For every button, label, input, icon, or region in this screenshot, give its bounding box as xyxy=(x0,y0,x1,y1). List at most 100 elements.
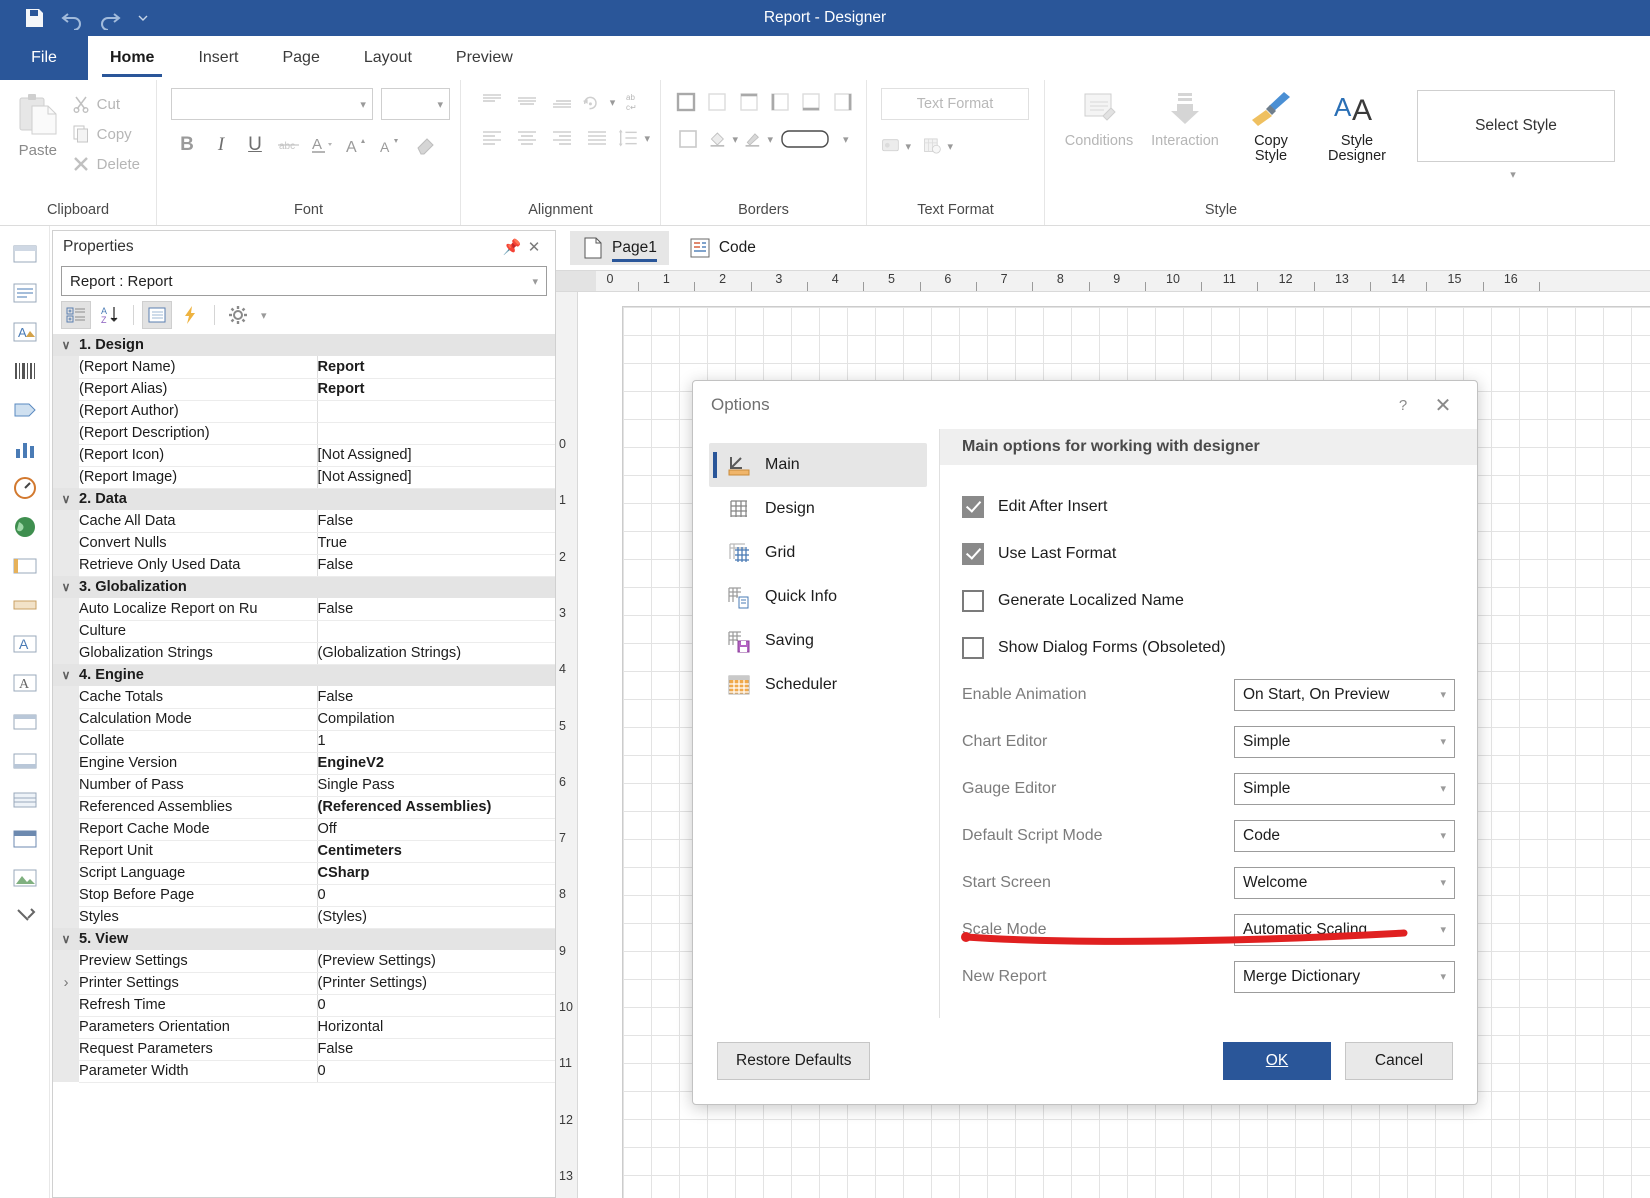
align-top-button[interactable] xyxy=(477,88,508,116)
property-value[interactable]: True xyxy=(317,532,555,555)
select-style-button[interactable]: Select Style xyxy=(1417,90,1615,162)
tool-image-icon[interactable]: A xyxy=(11,318,39,346)
border-all-button[interactable] xyxy=(673,88,699,116)
property-row[interactable]: Parameters Orientation Horizontal xyxy=(53,1016,555,1039)
tab-page[interactable]: Page xyxy=(260,36,341,80)
align-left-button[interactable] xyxy=(477,124,508,152)
clear-formatting-button[interactable] xyxy=(409,130,441,160)
property-category-row[interactable]: ∨ 3. Globalization xyxy=(53,576,555,598)
property-category-row[interactable]: ∨ 1. Design xyxy=(53,334,555,356)
checkbox-row-edit-after-insert[interactable]: Edit After Insert xyxy=(962,483,1455,530)
paste-button[interactable]: Paste xyxy=(10,88,66,159)
strikethrough-button[interactable]: abc xyxy=(273,130,305,160)
property-row[interactable]: Globalization Strings (Globalization Stri… xyxy=(53,642,555,665)
chevron-down-icon[interactable]: ∨ xyxy=(53,664,79,686)
italic-button[interactable]: I xyxy=(205,130,237,160)
border-bottom-button[interactable] xyxy=(798,88,824,116)
tab-layout[interactable]: Layout xyxy=(342,36,434,80)
property-value[interactable] xyxy=(317,620,555,643)
close-icon[interactable]: ✕ xyxy=(523,238,545,256)
cancel-button[interactable]: Cancel xyxy=(1345,1042,1453,1080)
checkbox-generate-localized-name[interactable] xyxy=(962,589,984,612)
property-row[interactable]: Refresh Time 0 xyxy=(53,994,555,1017)
gear-icon[interactable] xyxy=(223,301,253,329)
property-category-row[interactable]: ∨ 5. View xyxy=(53,928,555,950)
chevron-down-icon[interactable]: ▾ xyxy=(261,309,267,322)
property-row[interactable]: Retrieve Only Used Data False xyxy=(53,554,555,577)
nav-item-grid[interactable]: Grid xyxy=(709,531,927,575)
tool-chart-icon[interactable] xyxy=(11,435,39,463)
property-value[interactable]: (Preview Settings) xyxy=(317,950,555,973)
property-value[interactable]: Single Pass xyxy=(317,774,555,797)
tool-map-icon[interactable] xyxy=(11,513,39,541)
property-value[interactable] xyxy=(317,422,555,445)
checkbox-edit-after-insert[interactable] xyxy=(962,495,984,518)
line-spacing-button[interactable]: ▾ xyxy=(616,124,650,152)
tool-footer-icon[interactable] xyxy=(11,747,39,775)
property-row[interactable]: Referenced Assemblies (Referenced Assembl… xyxy=(53,796,555,819)
select-chart-editor[interactable]: Simple ▾ xyxy=(1234,725,1455,758)
property-row[interactable]: Cache Totals False xyxy=(53,686,555,709)
property-row[interactable]: Collate 1 xyxy=(53,730,555,753)
property-value[interactable]: (Styles) xyxy=(317,906,555,929)
property-value[interactable]: CSharp xyxy=(317,862,555,885)
close-icon[interactable]: ✕ xyxy=(1423,387,1463,423)
delete-button[interactable]: Delete xyxy=(66,152,146,176)
tool-datatable-icon[interactable] xyxy=(11,825,39,853)
property-row[interactable]: Parameter Width 0 xyxy=(53,1060,555,1083)
copy-button[interactable]: Copy xyxy=(66,122,146,146)
select-enable-animation[interactable]: On Start, On Preview ▾ xyxy=(1234,678,1455,711)
property-row[interactable]: (Report Icon) [Not Assigned] xyxy=(53,444,555,467)
underline-button[interactable]: U xyxy=(239,130,271,160)
property-value[interactable]: Report xyxy=(317,378,555,401)
property-row[interactable]: Number of Pass Single Pass xyxy=(53,774,555,797)
tool-band-icon[interactable] xyxy=(11,786,39,814)
property-value[interactable]: Horizontal xyxy=(317,1016,555,1039)
font-size-combo[interactable]: ▾ xyxy=(380,88,450,120)
property-value[interactable]: 0 xyxy=(317,884,555,907)
property-value[interactable]: (Printer Settings) xyxy=(317,972,555,995)
tool-gauge-icon[interactable] xyxy=(11,474,39,502)
ok-button[interactable]: OK xyxy=(1223,1042,1331,1080)
property-row[interactable]: Request Parameters False xyxy=(53,1038,555,1061)
property-row[interactable]: Culture xyxy=(53,620,555,643)
align-middle-button[interactable] xyxy=(512,88,543,116)
select-scale-mode[interactable]: Automatic Scaling ▾ xyxy=(1234,913,1455,946)
border-top-button[interactable] xyxy=(736,88,762,116)
property-value[interactable]: Report xyxy=(317,356,555,379)
property-value[interactable]: Compilation xyxy=(317,708,555,731)
property-category-row[interactable]: ∨ 4. Engine xyxy=(53,664,555,686)
property-row[interactable]: Script Language CSharp xyxy=(53,862,555,885)
cut-button[interactable]: Cut xyxy=(66,92,146,116)
property-row[interactable]: Styles (Styles) xyxy=(53,906,555,929)
property-row[interactable]: (Report Name) Report xyxy=(53,356,555,379)
property-value[interactable]: 0 xyxy=(317,1060,555,1083)
property-value[interactable]: [Not Assigned] xyxy=(317,444,555,467)
select-gauge-editor[interactable]: Simple ▾ xyxy=(1234,772,1455,805)
pin-icon[interactable]: 📌 xyxy=(501,238,523,256)
nav-item-main[interactable]: Main xyxy=(709,443,927,487)
checkbox-show-dialog-forms[interactable] xyxy=(962,636,984,659)
chevron-down-icon[interactable]: ∨ xyxy=(53,334,79,356)
property-value[interactable]: [Not Assigned] xyxy=(317,466,555,489)
property-row[interactable]: Calculation Mode Compilation xyxy=(53,708,555,731)
tab-file[interactable]: File xyxy=(0,36,88,80)
tab-preview[interactable]: Preview xyxy=(434,36,535,80)
property-value[interactable]: False xyxy=(317,598,555,621)
chevron-down-icon[interactable]: ∨ xyxy=(53,576,79,598)
tool-picture-icon[interactable] xyxy=(11,864,39,892)
font-color-button[interactable]: A xyxy=(307,130,339,160)
tab-home[interactable]: Home xyxy=(88,36,176,80)
chevron-down-icon[interactable]: ∨ xyxy=(53,928,79,950)
style-designer-button[interactable]: AA Style Designer xyxy=(1321,90,1393,165)
alphabetical-sort-button[interactable]: AZ xyxy=(95,301,125,329)
font-family-combo[interactable]: ▾ xyxy=(171,88,373,120)
checkbox-row-use-last-format[interactable]: Use Last Format xyxy=(962,530,1455,577)
decrease-font-size-button[interactable]: A xyxy=(375,130,407,160)
align-right-button[interactable] xyxy=(547,124,578,152)
property-value[interactable]: Centimeters xyxy=(317,840,555,863)
property-value[interactable] xyxy=(317,400,555,423)
chevron-down-icon[interactable]: ▾ xyxy=(843,133,849,146)
property-row[interactable]: (Report Author) xyxy=(53,400,555,423)
property-row[interactable]: Preview Settings (Preview Settings) xyxy=(53,950,555,973)
